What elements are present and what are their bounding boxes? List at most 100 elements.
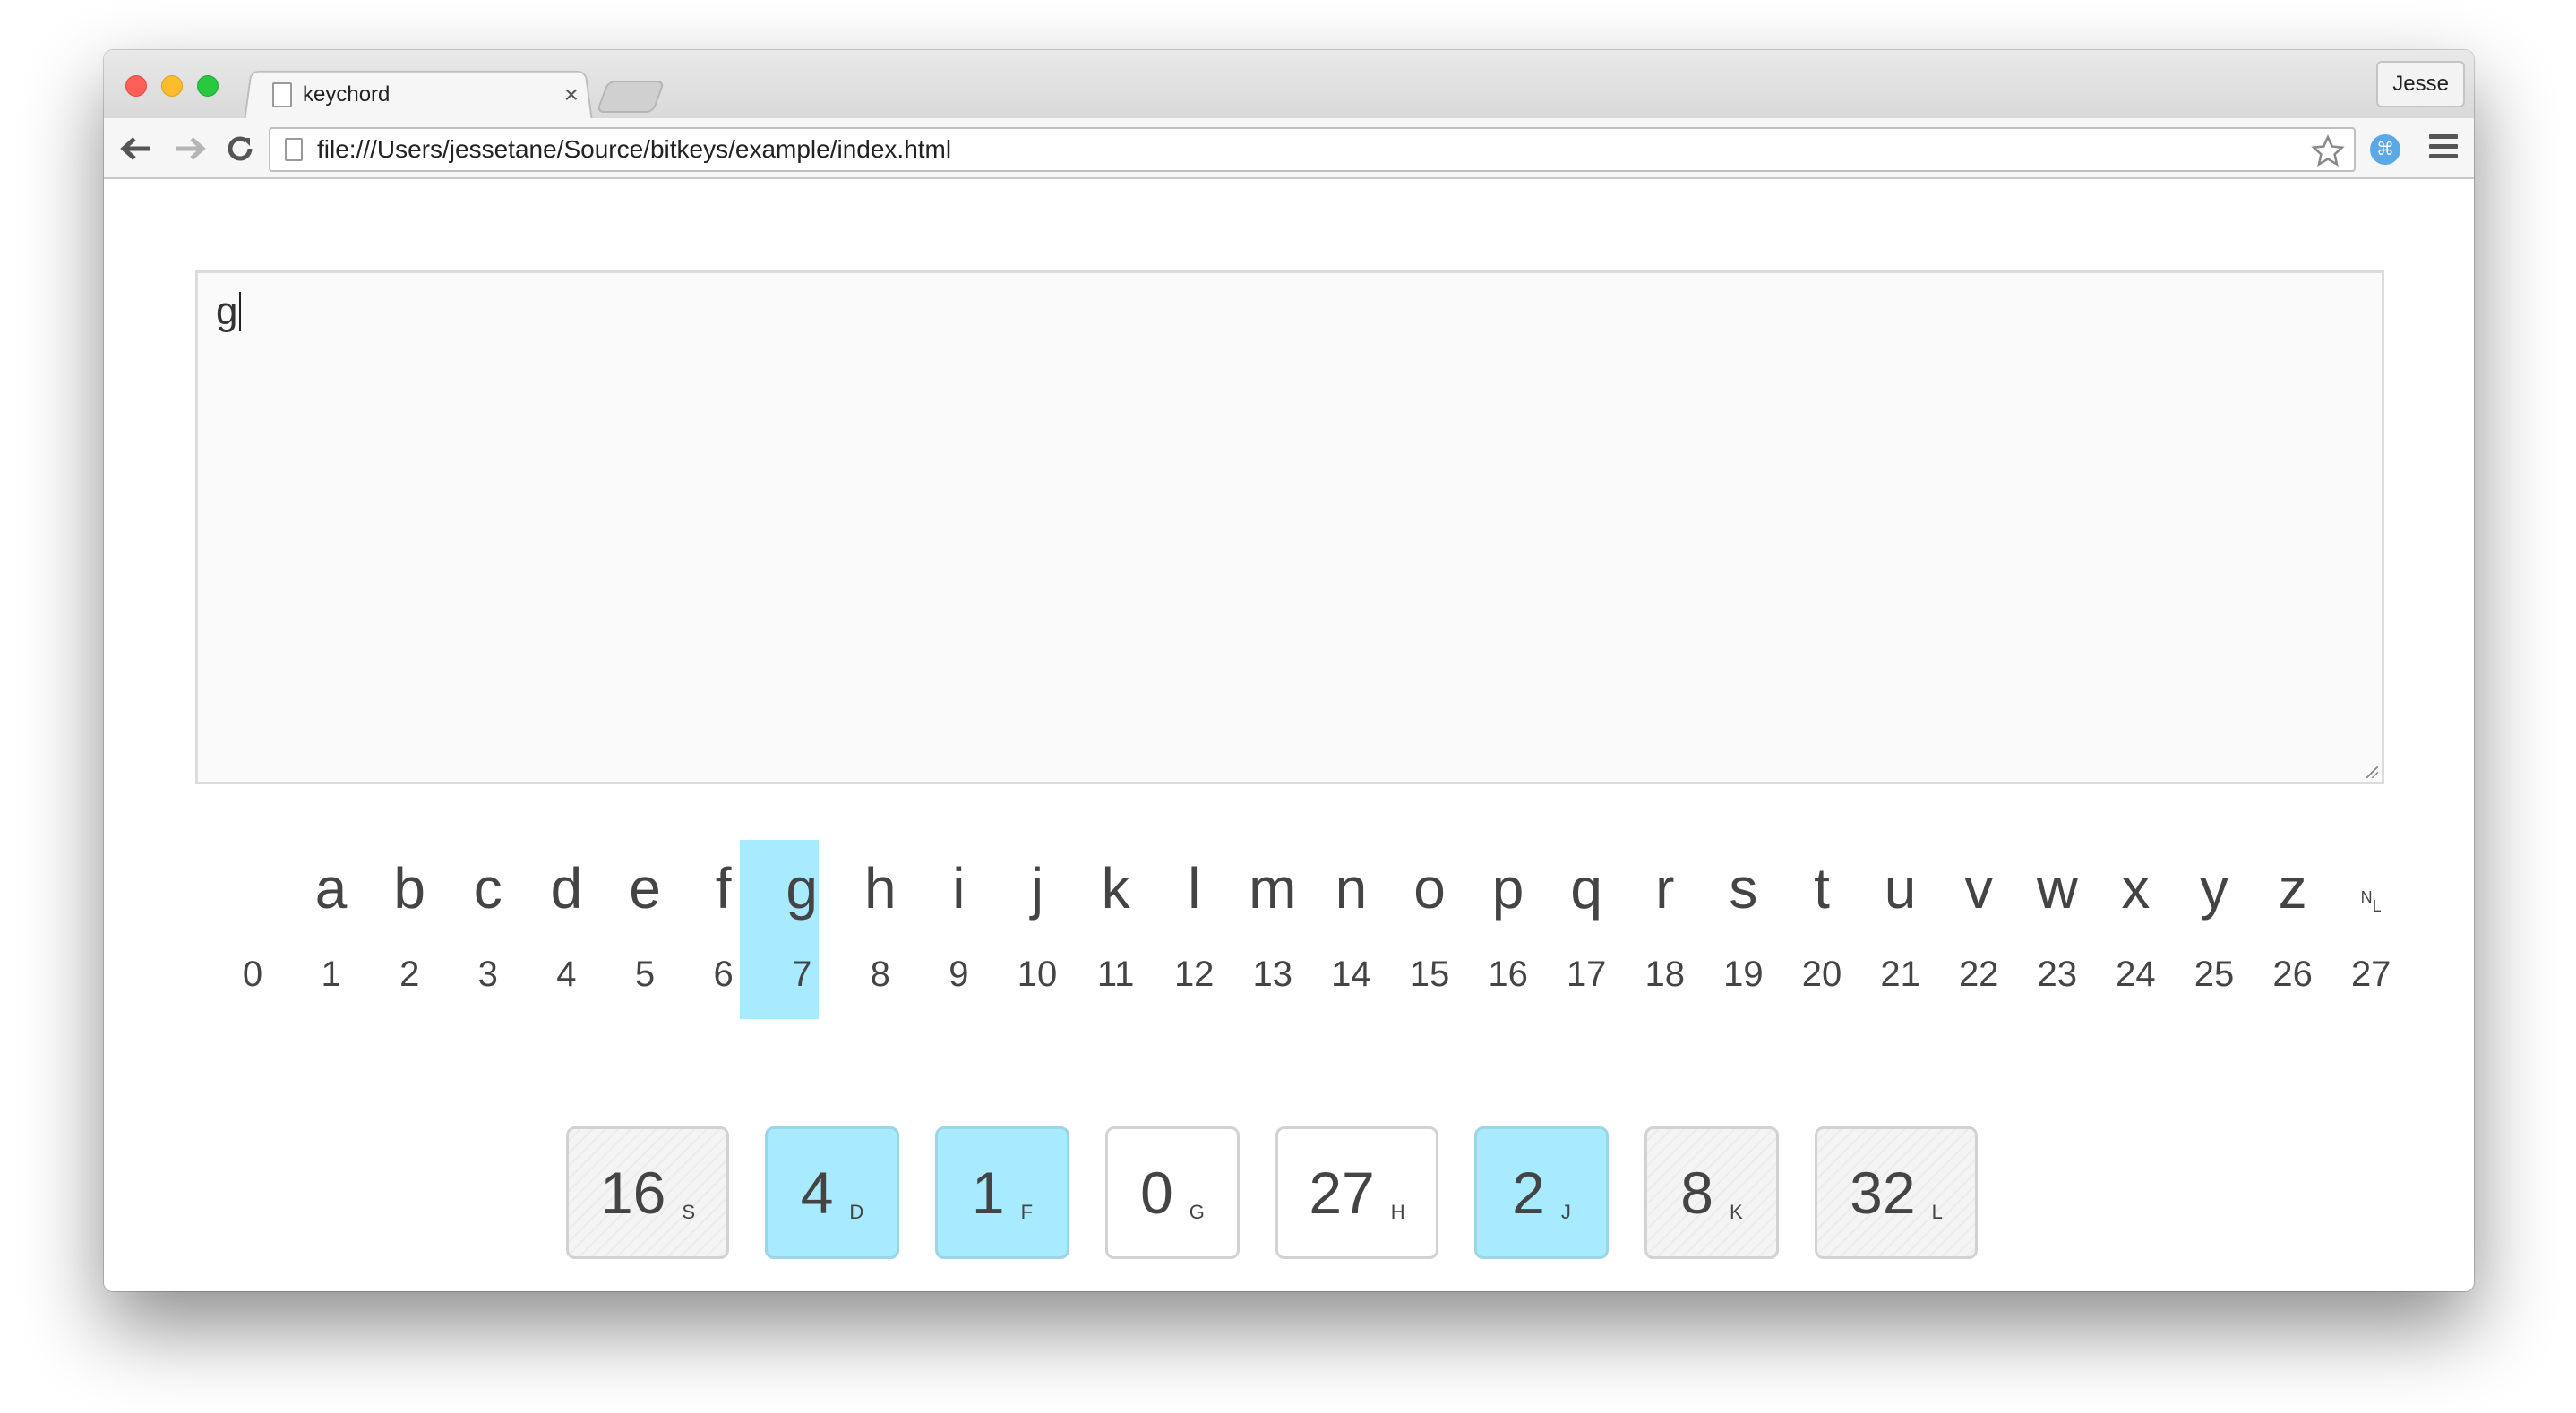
minimize-window-button[interactable] bbox=[161, 75, 183, 97]
number-13: 13 bbox=[1252, 955, 1293, 994]
number-7: 7 bbox=[792, 955, 812, 994]
letter-m: m bbox=[1249, 856, 1297, 921]
letter-e: e bbox=[629, 856, 661, 921]
letter-c: c bbox=[473, 856, 502, 921]
key-d[interactable]: 4D bbox=[765, 1126, 899, 1259]
number-5: 5 bbox=[634, 955, 656, 994]
number-18: 18 bbox=[1644, 955, 1686, 994]
number-3: 3 bbox=[477, 955, 498, 994]
profile-button[interactable]: Jesse bbox=[2376, 61, 2465, 107]
letter-b: b bbox=[393, 856, 425, 921]
number-20: 20 bbox=[1801, 955, 1842, 994]
letter-v: v bbox=[1964, 856, 1994, 921]
letter-z: z bbox=[2278, 856, 2307, 921]
new-tab-button[interactable] bbox=[596, 81, 665, 113]
number-25: 25 bbox=[2194, 955, 2235, 994]
number-8: 8 bbox=[870, 955, 890, 994]
key-letter: K bbox=[1730, 1201, 1743, 1223]
page-content: g a b c d e f g h i j k l m n o p q r s t u v w x y z NL 012345678… bbox=[104, 181, 2474, 1291]
number-22: 22 bbox=[1958, 955, 1999, 994]
number-16: 16 bbox=[1488, 955, 1528, 994]
letter-t: t bbox=[1814, 856, 1830, 921]
reload-icon bbox=[228, 136, 253, 161]
key-f[interactable]: 1F bbox=[935, 1126, 1069, 1259]
reload-button[interactable] bbox=[220, 129, 260, 168]
key-letter: J bbox=[1560, 1201, 1571, 1223]
number-21: 21 bbox=[1880, 955, 1920, 994]
key-letter: S bbox=[682, 1201, 696, 1223]
number-24: 24 bbox=[2116, 955, 2156, 994]
arrow-right-icon bbox=[176, 137, 206, 160]
address-bar[interactable]: file:///Users/jessetane/Source/bitkeys/e… bbox=[269, 127, 2356, 172]
number-11: 11 bbox=[1096, 955, 1135, 994]
browser-window: keychord × Jesse file:///Users/jessetane… bbox=[104, 50, 2474, 1291]
number-1: 1 bbox=[321, 955, 341, 994]
key-s[interactable]: 16 S bbox=[566, 1126, 729, 1259]
newline-label: NL bbox=[2360, 888, 2382, 915]
number-23: 23 bbox=[2037, 955, 2078, 994]
extension-icon[interactable]: ⌘ bbox=[2370, 134, 2400, 165]
arrow-left-icon bbox=[120, 137, 150, 160]
key-j[interactable]: 2J bbox=[1474, 1126, 1609, 1259]
key-letter: F bbox=[1020, 1201, 1034, 1223]
letter-y: y bbox=[2200, 856, 2228, 921]
letter-n: n bbox=[1335, 856, 1368, 921]
text-input-area[interactable]: g bbox=[195, 270, 2384, 784]
chord-keys: 16 S 4 D 1 F 0 G 27 H 2 J 8 K 32 L bbox=[104, 1126, 2474, 1261]
key-k[interactable]: 8K bbox=[1644, 1126, 1779, 1259]
key-letter: D bbox=[849, 1201, 864, 1223]
key-value: 0 bbox=[1140, 1160, 1173, 1226]
close-window-button[interactable] bbox=[125, 75, 147, 97]
key-value: 8 bbox=[1680, 1160, 1714, 1226]
url-text[interactable]: file:///Users/jessetane/Source/bitkeys/e… bbox=[317, 135, 2354, 164]
key-value: 2 bbox=[1512, 1160, 1545, 1226]
letter-j: j bbox=[1030, 856, 1044, 921]
tab-content[interactable]: keychord × bbox=[263, 72, 586, 118]
number-12: 12 bbox=[1173, 955, 1215, 994]
zoom-window-button[interactable] bbox=[197, 75, 219, 97]
key-letter: G bbox=[1189, 1201, 1205, 1223]
letter-h: h bbox=[864, 856, 897, 921]
letter-l: l bbox=[1188, 856, 1201, 921]
menu-icon[interactable] bbox=[2429, 134, 2458, 163]
number-0: 0 bbox=[242, 955, 263, 994]
key-letter: L bbox=[1931, 1201, 1943, 1223]
forward-button[interactable] bbox=[170, 129, 210, 168]
number-14: 14 bbox=[1331, 955, 1371, 994]
back-button[interactable] bbox=[116, 129, 156, 168]
number-10: 10 bbox=[1017, 955, 1058, 994]
key-value: 1 bbox=[971, 1160, 1005, 1226]
letter-g: g bbox=[786, 856, 818, 921]
number-6: 6 bbox=[713, 955, 734, 994]
resize-handle-icon[interactable] bbox=[2366, 766, 2378, 778]
number-17: 17 bbox=[1566, 955, 1607, 994]
letter-a: a bbox=[314, 856, 348, 921]
key-value: 27 bbox=[1309, 1160, 1375, 1226]
key-letter: H bbox=[1390, 1201, 1405, 1223]
page-icon bbox=[272, 82, 292, 107]
number-4: 4 bbox=[556, 955, 577, 994]
key-value: 4 bbox=[800, 1160, 834, 1226]
key-h[interactable]: 27 H bbox=[1275, 1126, 1438, 1259]
page-icon bbox=[285, 138, 303, 161]
tab-title: keychord bbox=[303, 82, 391, 107]
letter-o: o bbox=[1413, 856, 1446, 921]
letter-k: k bbox=[1101, 856, 1130, 921]
tab-strip: keychord × Jesse bbox=[104, 50, 2474, 121]
number-2: 2 bbox=[399, 955, 420, 994]
letter-q: q bbox=[1570, 856, 1602, 921]
text-caret bbox=[239, 292, 242, 331]
key-l[interactable]: 32 L bbox=[1815, 1126, 1978, 1259]
key-g[interactable]: 0G bbox=[1105, 1126, 1240, 1259]
letter-d: d bbox=[550, 856, 583, 921]
tab-close-icon[interactable]: × bbox=[564, 81, 579, 109]
letter-u: u bbox=[1884, 856, 1917, 921]
bookmark-star-icon[interactable] bbox=[2311, 134, 2345, 168]
key-value: 16 bbox=[599, 1160, 666, 1226]
letter-p: p bbox=[1491, 856, 1524, 921]
browser-toolbar: file:///Users/jessetane/Source/bitkeys/e… bbox=[104, 118, 2474, 179]
letter-w: w bbox=[2036, 856, 2078, 921]
number-9: 9 bbox=[949, 955, 969, 994]
letter-x: x bbox=[2121, 856, 2151, 921]
letter-i: i bbox=[952, 856, 966, 921]
